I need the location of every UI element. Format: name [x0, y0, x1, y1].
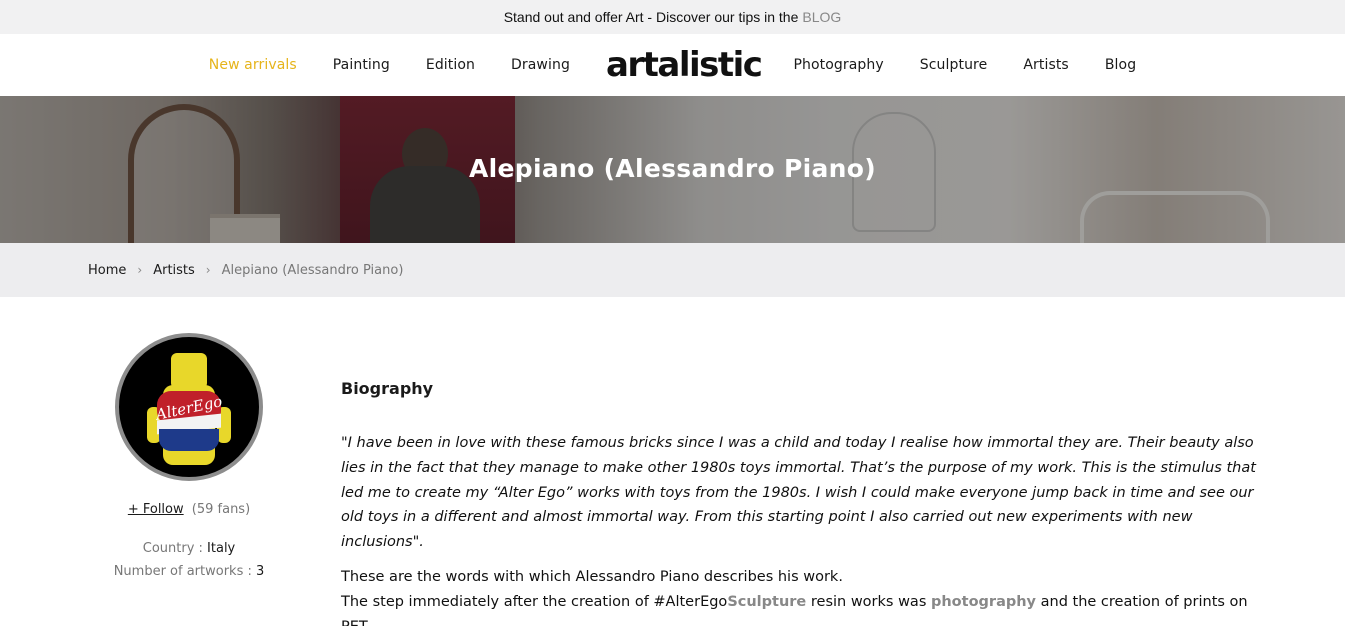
nav-sculpture[interactable]: Sculpture: [920, 57, 988, 73]
biography-paragraph: These are the words with which Alessandr…: [341, 565, 1276, 626]
nav-edition[interactable]: Edition: [426, 57, 475, 73]
biography-quote: "I have been in love with these famous b…: [341, 435, 1256, 551]
photography-link[interactable]: photography: [931, 594, 1036, 610]
main-nav: New arrivals Painting Edition Drawing ar…: [0, 34, 1345, 96]
nav-photography[interactable]: Photography: [793, 57, 883, 73]
avatar-figure: AlterEgo: [147, 347, 231, 471]
bio-line-1: These are the words with which Alessandr…: [341, 568, 843, 585]
artworks-label: Number of artworks :: [113, 564, 257, 579]
artist-sidebar: AlterEgo + Follow (59 fans) Country : It…: [86, 333, 292, 583]
fans-count: (59 fans): [191, 502, 251, 517]
chevron-right-icon: ›: [137, 263, 143, 277]
artist-title: Alepiano (Alessandro Piano): [469, 154, 876, 183]
artworks-value: 3: [256, 564, 265, 579]
sculpture-link[interactable]: Sculpture: [727, 594, 806, 610]
artist-meta: Country : Italy Number of artworks : 3: [86, 537, 292, 583]
avatar[interactable]: AlterEgo: [115, 333, 263, 481]
nav-drawing[interactable]: Drawing: [511, 57, 570, 73]
bio-line-2a: The step immediately after the creation …: [341, 593, 728, 610]
site-logo[interactable]: artalistic: [606, 48, 763, 82]
country-value: Italy: [207, 541, 236, 556]
biography-heading: Biography: [341, 379, 434, 398]
artist-content: AlterEgo + Follow (59 fans) Country : It…: [0, 297, 1345, 626]
breadcrumb-current: Alepiano (Alessandro Piano): [221, 262, 404, 278]
breadcrumb: Home › Artists › Alepiano (Alessandro Pi…: [0, 243, 1345, 297]
promo-banner: Stand out and offer Art - Discover our t…: [0, 0, 1345, 34]
breadcrumb-artists[interactable]: Artists: [153, 263, 195, 278]
promo-text: Stand out and offer Art - Discover our t…: [503, 9, 799, 25]
biography-section: Biography "I have been in love with thes…: [341, 379, 1276, 626]
nav-painting[interactable]: Painting: [333, 57, 390, 73]
nav-artists[interactable]: Artists: [1023, 57, 1069, 73]
nav-new-arrivals[interactable]: New arrivals: [209, 57, 297, 73]
promo-blog-link[interactable]: BLOG: [802, 9, 841, 25]
breadcrumb-home[interactable]: Home: [88, 263, 126, 278]
country-label: Country :: [142, 541, 208, 556]
hero-banner: Alepiano (Alessandro Piano): [0, 96, 1345, 243]
chevron-right-icon: ›: [205, 263, 211, 277]
nav-blog[interactable]: Blog: [1105, 57, 1136, 73]
bio-line-2b: resin works was: [806, 593, 931, 610]
follow-button[interactable]: + Follow: [128, 502, 184, 517]
